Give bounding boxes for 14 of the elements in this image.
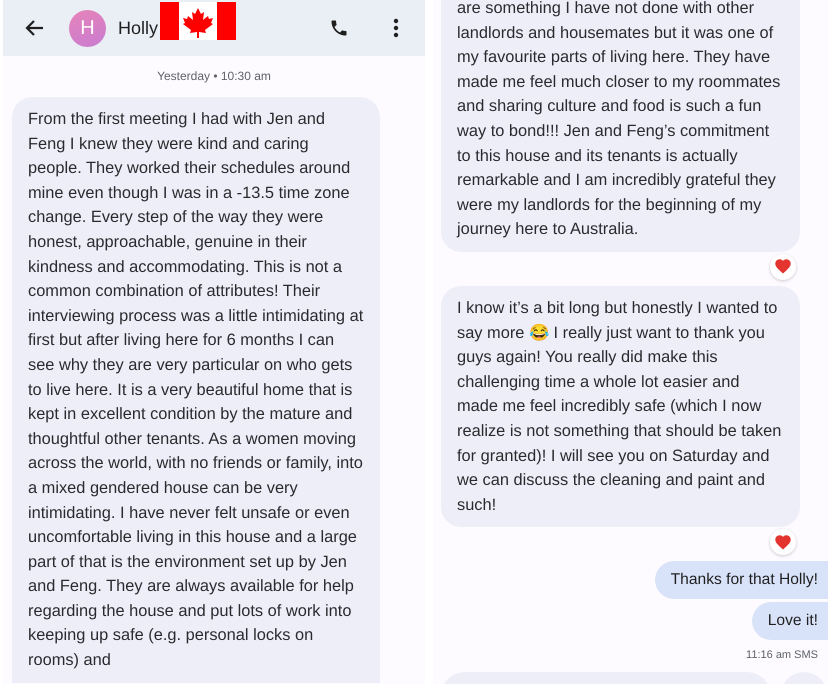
heart-icon [775, 259, 791, 274]
phone-icon[interactable] [329, 18, 349, 38]
message-bubble: Thanks for that Holly! [654, 561, 828, 600]
message-timestamp: 11:16 am SMS [745, 648, 819, 662]
date-divider: Yesterday • 10:30 am [156, 68, 272, 85]
message-bubble: I know it’s a bit long but honestly I wanted to say more 😂 I really just want to thank you guys again! You really did make this challenging time a whole lot easier and made me feel incredibly safe (which I now realize is not something that should be taken for granted)! I will see you on Saturday and we can discuss the cleaning and paint and such! [441, 286, 800, 528]
back-arrow-icon[interactable] [25, 18, 45, 38]
message-bubble: are something I have not done with other landlords and housemates but it was one of my favourite parts of living here. They have made me feel much closer to my roommates and sharing culture and food is such a fun way to bond!!! Jen and Feng’s commitment to this house and its tenants is actually remarkable and I am incredibly grateful they were my landlords for the beginning of my journey here to Australia. [441, 0, 800, 252]
flag-icon [160, 2, 236, 40]
message-bubble: Love it! [752, 602, 828, 640]
heart-icon [775, 534, 791, 550]
more-options-icon[interactable] [393, 18, 399, 38]
contact-name[interactable]: Holly [118, 18, 158, 38]
message-bubble: From the first meeting I had with Jen and Feng I knew they were kind and caring people. They worked their schedules around mine even though I was in a -13.5 time zone change. Every step of the way they were honest, approachable, genuine in their kindness and accommodating. This is not a common combination of attributes! Their interviewing process was a little intimidating at first but after living here for 6 months I can see why they are very particular on who gets to live here. It is a very beautiful home that is kept in excellent condition by the mature and thoughtful other tenants. As a women moving across the world, with no friends or family, into a mixed gendered house can be very intimidating. I have never felt unsafe or even uncomfortable living in this house and a large part of that is the environment set up by Jen and Feng. They are always available for help regarding the house and put lots of work into keeping up safe (e.g. personal locks on rooms) and [12, 97, 380, 683]
